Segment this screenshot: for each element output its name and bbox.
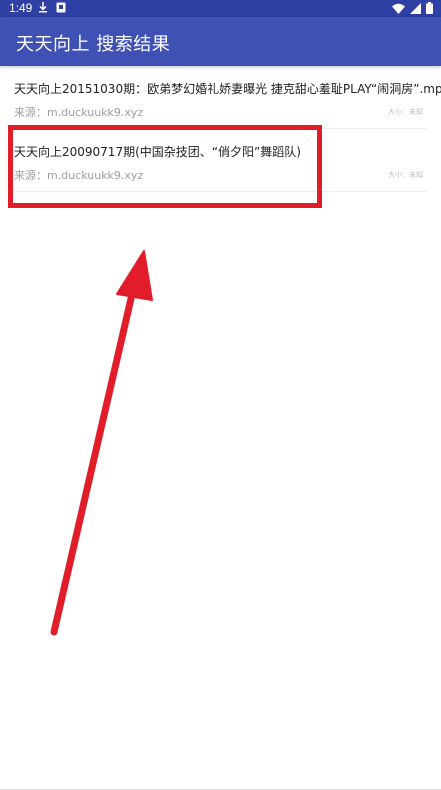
notification-icon (56, 2, 66, 13)
result-size: 大小：未知 (388, 171, 423, 179)
page-title: 天天向上 搜索结果 (16, 34, 171, 55)
result-source: 来源：m.duckuukk9.xyz (14, 106, 144, 119)
battery-icon (426, 2, 433, 14)
wifi-icon (392, 3, 405, 14)
status-left-icons (38, 2, 66, 13)
list-item[interactable]: 天天向上20090717期(中国杂技团、“俏夕阳”舞蹈队) 来源：m.ducku… (14, 129, 427, 192)
result-title: 天天向上20151030期：欧弟梦幻婚礼娇妻曝光 捷克甜心羞耻PLAY“闹洞房”… (14, 82, 441, 96)
status-time: 1:49 (9, 1, 33, 15)
result-size: 大小：未知 (388, 108, 423, 116)
status-right-icons (392, 2, 433, 14)
app-bar: 天天向上 搜索结果 (0, 17, 441, 66)
list-item[interactable]: 天天向上20151030期：欧弟梦幻婚礼娇妻曝光 捷克甜心羞耻PLAY“闹洞房”… (14, 66, 441, 129)
download-icon (39, 2, 47, 13)
result-source: 来源：m.duckuukk9.xyz (14, 169, 144, 182)
result-title: 天天向上20090717期(中国杂技团、“俏夕阳”舞蹈队) (14, 145, 301, 159)
status-bar: 1:49 (0, 0, 441, 17)
signal-icon (410, 2, 421, 14)
search-result-list: 天天向上20151030期：欧弟梦幻婚礼娇妻曝光 捷克甜心羞耻PLAY“闹洞房”… (0, 66, 441, 192)
